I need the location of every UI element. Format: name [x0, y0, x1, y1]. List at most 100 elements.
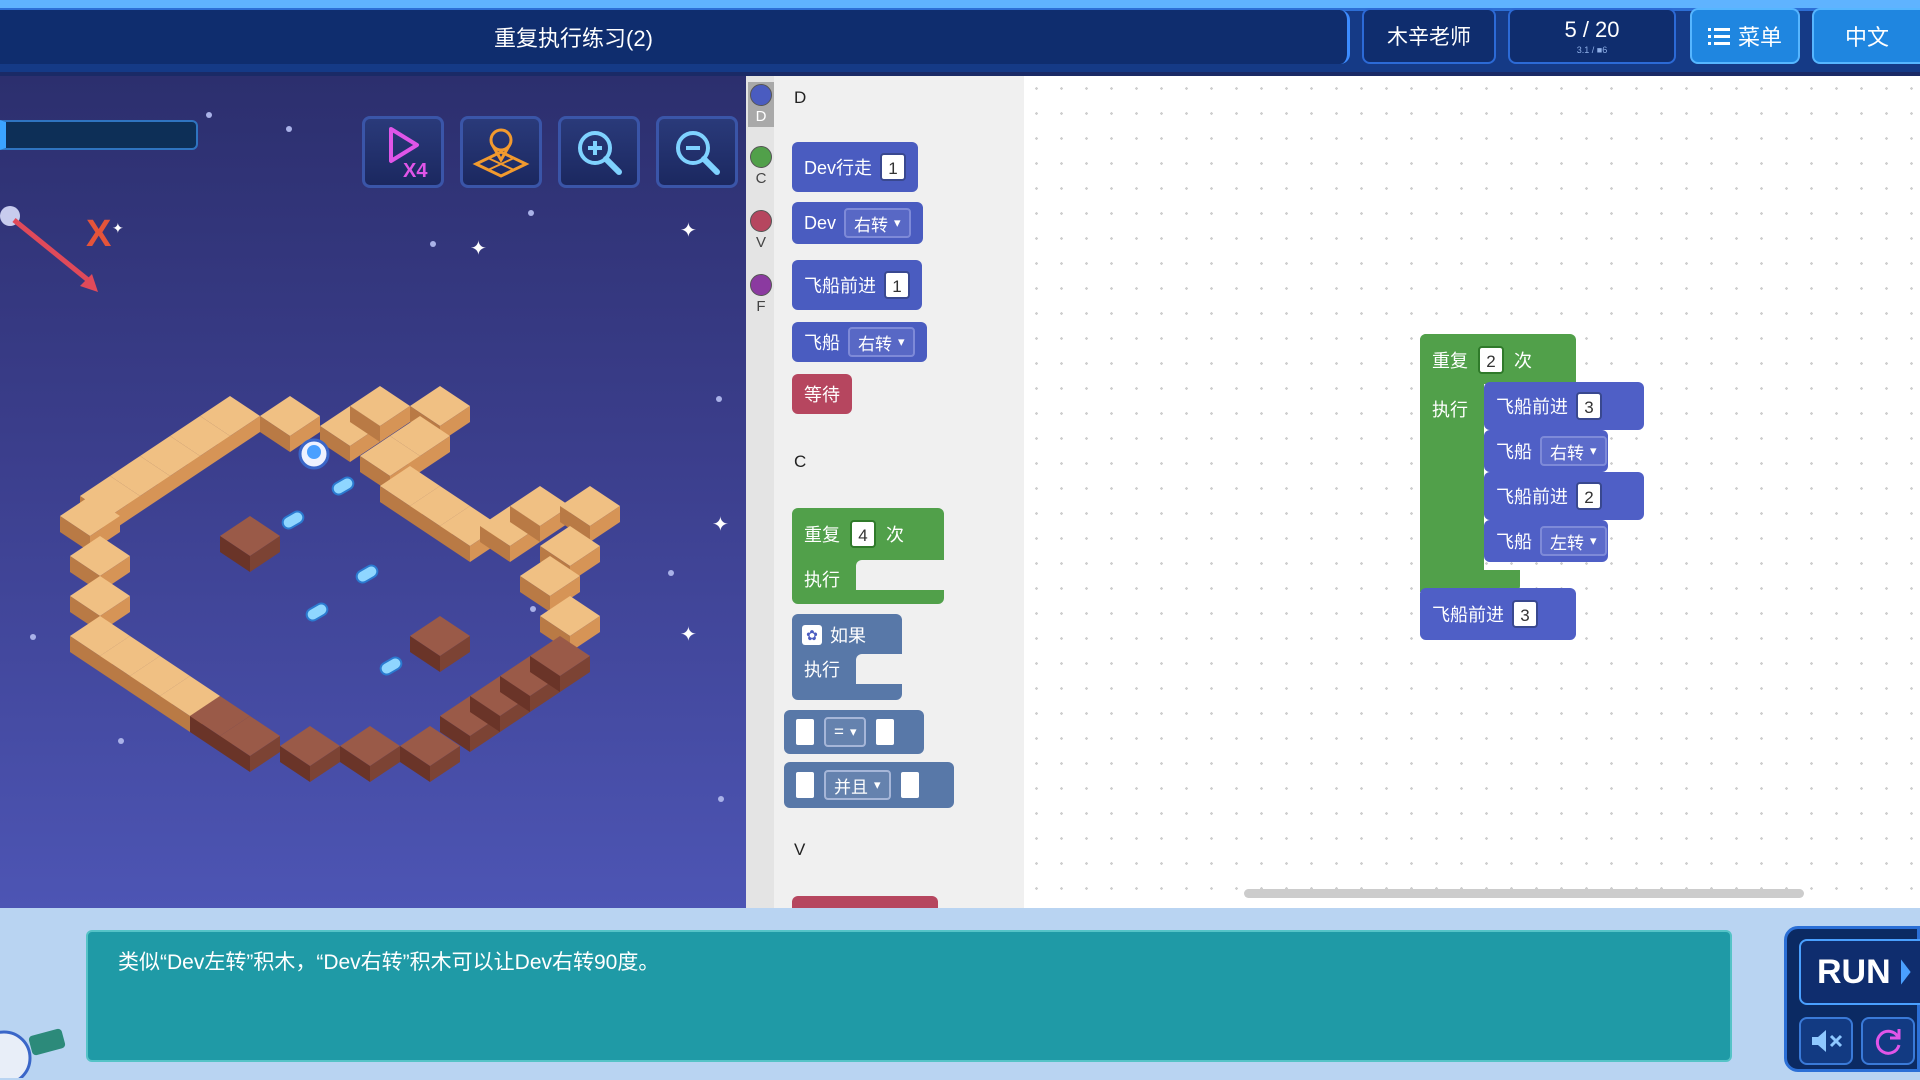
speed-x4-icon: X4 — [389, 127, 428, 181]
script-ship-turn-left[interactable]: 飞船 左转 — [1484, 520, 1608, 562]
star-dot — [528, 210, 534, 216]
category-d[interactable]: D — [748, 82, 774, 127]
block-repeat-value[interactable]: 4 — [850, 520, 876, 548]
block-if-label: 如果 — [830, 626, 866, 646]
menu-button[interactable]: 菜单 — [1690, 8, 1800, 64]
level-progress-text: 5 / 20 — [1564, 17, 1620, 42]
block-if-do: 执行 — [804, 660, 840, 680]
script-ship-forward-1[interactable]: 飞船前进 3 — [1484, 382, 1644, 430]
category-v-dot — [750, 210, 772, 232]
block-dev-turn[interactable]: Dev 右转 — [792, 202, 923, 244]
map-pin-icon — [472, 128, 530, 178]
block-dev-walk-label: Dev行走 — [804, 158, 873, 178]
block-if-template[interactable]: ✿ 如果 执行 — [792, 614, 902, 700]
star-dot — [718, 796, 724, 802]
energy-capsules — [281, 476, 403, 676]
run-controls: RUN — [1784, 926, 1920, 1072]
section-label-c: C — [794, 452, 807, 471]
category-c-label: C — [755, 170, 767, 187]
script-ship-forward-2-label: 飞船前进 — [1496, 487, 1568, 507]
block-dev-turn-dropdown[interactable]: 右转 — [844, 208, 911, 238]
category-v[interactable]: V — [748, 210, 774, 251]
star-dot — [716, 396, 722, 402]
block-ship-turn[interactable]: 飞船 右转 — [792, 322, 927, 362]
guide-avatar — [0, 1028, 66, 1078]
block-ship-forward[interactable]: 飞船前进 1 — [792, 260, 922, 310]
speed-button[interactable]: X4 — [362, 116, 444, 188]
star-dot — [30, 634, 36, 640]
zoom-in-icon — [578, 131, 622, 175]
script-ship-forward-1-value[interactable]: 3 — [1576, 392, 1602, 420]
logic-right-slot — [900, 772, 919, 798]
script-ship-forward-2-value[interactable]: 2 — [1576, 482, 1602, 510]
level-progress-sub: 3.1 / ■6 — [1576, 45, 1608, 55]
menu-icon — [1707, 28, 1730, 45]
speed-x4-text: X4 — [403, 160, 428, 181]
mute-icon — [1812, 1030, 1843, 1052]
compare-left-slot — [796, 719, 814, 745]
script-ship-turn-right[interactable]: 飞船 右转 — [1484, 430, 1608, 472]
language-button-label: 中文 — [1844, 25, 1889, 50]
script-ship-turn-right-label: 飞船 — [1496, 442, 1532, 462]
bottom-panel: 类似“Dev左转”积木，“Dev右转”积木可以让Dev右转90度。 RUN — [0, 908, 1920, 1080]
mute-button[interactable] — [1799, 1017, 1853, 1065]
code-workspace[interactable]: 重复 2 次 执行 飞船前进 3 飞船 右转 飞船前进 2 飞船 左转 飞船前进… — [1024, 76, 1920, 908]
block-if-slot — [856, 654, 902, 684]
logic-left-slot — [796, 772, 814, 798]
category-f-dot — [750, 274, 772, 296]
category-v-label: V — [755, 234, 766, 251]
block-dev-walk-value[interactable]: 1 — [880, 153, 907, 181]
script-ship-forward-3-value[interactable]: 3 — [1512, 600, 1538, 628]
block-dev-turn-label: Dev — [804, 212, 837, 233]
block-variable-partial[interactable] — [792, 896, 938, 908]
script-ship-forward-1-label: 飞船前进 — [1496, 397, 1568, 417]
block-repeat-label: 重复 — [804, 525, 840, 545]
map-tiles-right — [380, 466, 620, 652]
block-flyout: D Dev行走 1 Dev 右转 飞船前进 1 飞船 右转 等待 C — [774, 76, 1024, 908]
script-ship-forward-3-label: 飞船前进 — [1432, 605, 1504, 625]
zoom-out-button[interactable] — [656, 116, 738, 188]
category-c[interactable]: C — [748, 146, 774, 187]
script-ship-turn-right-dropdown[interactable]: 右转 — [1540, 436, 1607, 466]
block-logic-dropdown[interactable]: 并且 — [824, 770, 891, 800]
block-compare-dropdown[interactable]: = — [824, 717, 867, 747]
isometric-map — [60, 386, 620, 782]
map-button[interactable] — [460, 116, 542, 188]
block-repeat-slot — [856, 560, 944, 590]
level-title: 重复执行练习(2) — [0, 10, 1350, 64]
script-repeat-value[interactable]: 2 — [1478, 346, 1504, 374]
star-decoration: ✦ — [680, 220, 697, 242]
block-repeat-template[interactable]: 重复 4 次 执行 — [792, 508, 944, 604]
energy-bar — [0, 120, 198, 150]
teacher-name-text: 木辛老师 — [1387, 26, 1471, 49]
block-ship-turn-dropdown[interactable]: 右转 — [848, 327, 915, 357]
reset-button[interactable] — [1861, 1017, 1915, 1065]
block-compare[interactable]: = — [784, 710, 924, 754]
block-dev-walk[interactable]: Dev行走 1 — [792, 142, 919, 192]
axis-indicator: X — [0, 206, 112, 292]
star-decoration: ✦ — [712, 514, 729, 536]
run-button[interactable]: RUN — [1799, 939, 1920, 1005]
hint-message-text: 类似“Dev左转”积木，“Dev右转”积木可以让Dev右转90度。 — [118, 951, 660, 974]
workspace-scrollbar[interactable] — [1244, 889, 1804, 898]
script-repeat-label: 重复 — [1432, 351, 1468, 371]
star-decoration: ✦ — [680, 624, 697, 646]
script-ship-forward-2[interactable]: 飞船前进 2 — [1484, 472, 1644, 520]
zoom-in-button[interactable] — [558, 116, 640, 188]
block-ship-turn-label: 飞船 — [804, 333, 840, 353]
app-root: 重复执行练习(2) 木辛老师 5 / 20 3.1 / ■6 菜单 中文 X4 — [0, 0, 1920, 1080]
compare-right-slot — [876, 719, 895, 745]
script-ship-forward-3[interactable]: 飞船前进 3 — [1420, 588, 1576, 640]
script-ship-turn-left-label: 飞船 — [1496, 532, 1532, 552]
category-c-dot — [750, 146, 772, 168]
script-ship-turn-left-dropdown[interactable]: 左转 — [1540, 526, 1607, 556]
game-stage: X4 X ✦ ✦ ✦ ✦ ✦ — [0, 76, 746, 908]
refresh-icon — [1875, 1029, 1901, 1055]
section-label-v: V — [794, 840, 806, 859]
language-button[interactable]: 中文 — [1812, 8, 1920, 64]
category-f[interactable]: F — [748, 274, 774, 315]
block-ship-forward-value[interactable]: 1 — [884, 271, 910, 299]
gear-icon[interactable]: ✿ — [802, 625, 822, 645]
block-wait[interactable]: 等待 — [792, 374, 852, 414]
block-logic[interactable]: 并且 — [784, 762, 954, 808]
